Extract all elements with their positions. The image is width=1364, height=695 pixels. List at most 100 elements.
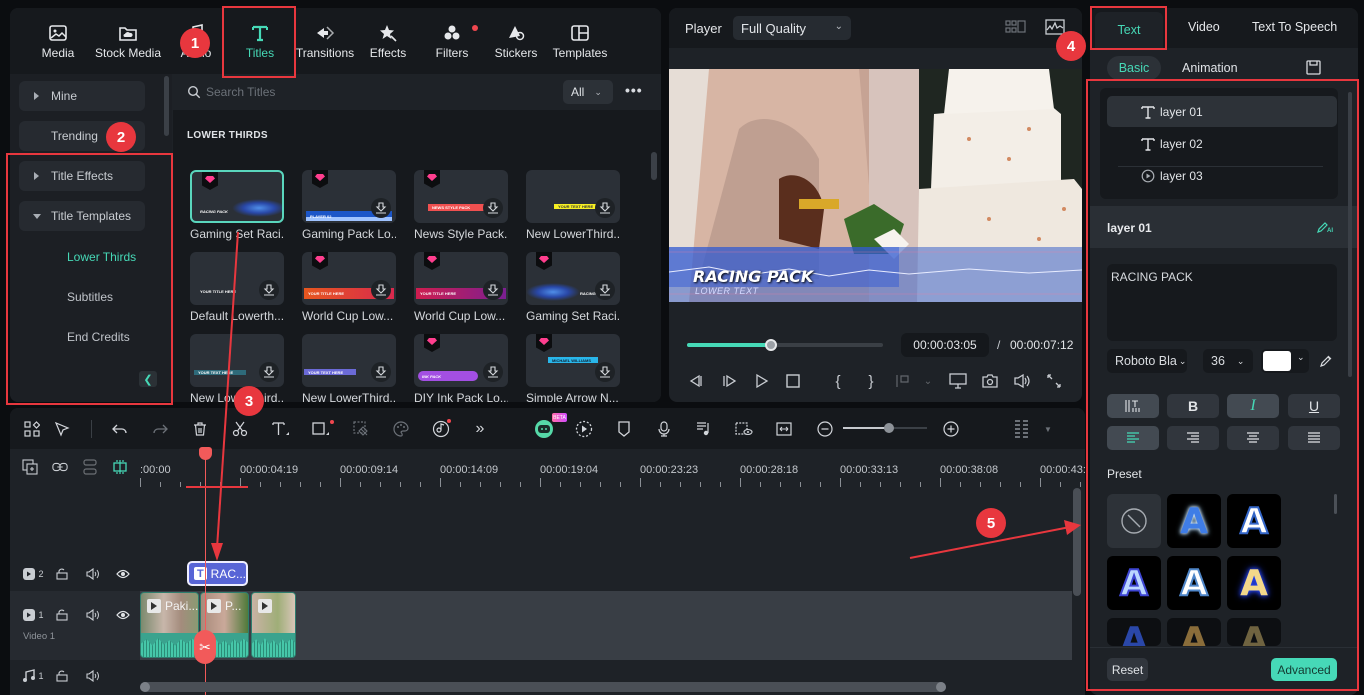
save-preset-icon[interactable] bbox=[1306, 60, 1321, 75]
ai-edit-icon[interactable]: AI bbox=[1316, 220, 1334, 234]
mark-in-button[interactable]: { bbox=[829, 372, 847, 390]
time-ruler[interactable]: :00:00 00:00:04:19 00:00:09:14 00:00:14:09 0… bbox=[140, 449, 1085, 491]
bold-button[interactable]: B bbox=[1167, 394, 1219, 418]
timeline-horizontal-scrollbar[interactable] bbox=[140, 682, 946, 692]
scroll-handle-left[interactable] bbox=[140, 682, 150, 692]
subtab-animation[interactable]: Animation bbox=[1182, 56, 1238, 80]
title-clip[interactable]: T RAC... bbox=[187, 561, 248, 586]
title-card[interactable]: RACING PACK Gaming Set Raci... bbox=[190, 170, 284, 241]
tab-text-to-speech[interactable]: Text To Speech bbox=[1252, 20, 1337, 34]
title-card[interactable]: PLAYER 02 Gaming Pack Lo... bbox=[302, 170, 396, 241]
sidebar-item-mine[interactable]: Mine bbox=[19, 81, 145, 111]
unlink-button[interactable] bbox=[82, 459, 98, 475]
font-family-dropdown[interactable]: Roboto Bla ⌄ bbox=[1107, 349, 1187, 373]
title-card[interactable]: MICHAEL WILLIAMS Simple Arrow N... bbox=[526, 334, 620, 402]
advanced-button[interactable]: Advanced bbox=[1271, 658, 1337, 681]
download-icon[interactable] bbox=[595, 198, 615, 218]
download-icon[interactable] bbox=[259, 362, 279, 382]
search-input[interactable] bbox=[206, 84, 506, 100]
download-icon[interactable] bbox=[371, 362, 391, 382]
preview-render-button[interactable] bbox=[734, 419, 754, 439]
grid-view-icon[interactable] bbox=[1005, 20, 1027, 36]
split-button[interactable] bbox=[230, 419, 250, 439]
align-left-button[interactable] bbox=[1107, 426, 1159, 450]
layer-item[interactable]: layer 02 bbox=[1107, 128, 1337, 159]
hide-track-button[interactable] bbox=[115, 566, 131, 582]
download-icon[interactable] bbox=[595, 280, 615, 300]
mask-button[interactable] bbox=[351, 419, 371, 439]
align-right-button[interactable] bbox=[1167, 426, 1219, 450]
tab-effects[interactable]: Effects bbox=[366, 8, 410, 74]
next-frame-button[interactable] bbox=[720, 372, 738, 390]
title-card[interactable]: YOUR TITLE HERE Default Lowerth... bbox=[190, 252, 284, 323]
preset-light-blue[interactable]: A bbox=[1107, 556, 1161, 610]
auto-reframe-button[interactable] bbox=[574, 419, 594, 439]
record-voiceover-button[interactable] bbox=[654, 419, 674, 439]
tab-stickers[interactable]: Stickers bbox=[494, 8, 538, 74]
display-settings-button[interactable] bbox=[949, 372, 967, 390]
align-justify-button[interactable] bbox=[1288, 426, 1340, 450]
sidebar-subitem-lower-thirds[interactable]: Lower Thirds bbox=[67, 250, 136, 264]
playhead-handle[interactable] bbox=[199, 447, 212, 460]
split-at-playhead-button[interactable]: ✂ bbox=[194, 630, 216, 664]
hide-track-button[interactable] bbox=[115, 607, 131, 623]
previous-frame-button[interactable] bbox=[687, 372, 705, 390]
current-time[interactable]: 00:00:03:05 bbox=[901, 333, 989, 357]
text-color-picker[interactable]: ⌄ bbox=[1261, 349, 1309, 373]
reset-button[interactable]: Reset bbox=[1107, 658, 1148, 681]
tab-filters[interactable]: Filters bbox=[434, 8, 470, 74]
tab-media[interactable]: Media bbox=[36, 8, 80, 74]
scroll-handle-right[interactable] bbox=[936, 682, 946, 692]
more-options-icon[interactable]: ••• bbox=[625, 82, 643, 98]
stop-button[interactable] bbox=[784, 372, 802, 390]
title-card[interactable]: NEWS STYLE PACK News Style Pack... bbox=[414, 170, 508, 241]
collapse-sidebar-button[interactable]: ❮ bbox=[139, 371, 157, 387]
quality-dropdown[interactable]: Full Quality ⌄ bbox=[733, 16, 851, 40]
title-card[interactable]: RACING PACK Gaming Set Raci... bbox=[526, 252, 620, 323]
preset-none[interactable] bbox=[1107, 494, 1161, 548]
playback-progress-slider[interactable] bbox=[687, 339, 883, 351]
tab-video[interactable]: Video bbox=[1188, 20, 1220, 34]
insert-button[interactable] bbox=[894, 372, 912, 390]
redo-button[interactable] bbox=[150, 419, 170, 439]
video-clip[interactable]: Paki... bbox=[140, 592, 199, 658]
eyedropper-icon[interactable] bbox=[1319, 354, 1333, 368]
title-card[interactable]: YOUR TITLE HERE World Cup Low... bbox=[302, 252, 396, 323]
download-icon[interactable] bbox=[595, 362, 615, 382]
preset-scrollbar[interactable] bbox=[1334, 494, 1337, 514]
download-icon[interactable] bbox=[483, 198, 503, 218]
text-spacing-button[interactable] bbox=[1107, 394, 1159, 418]
download-icon[interactable] bbox=[371, 280, 391, 300]
select-tool-button[interactable] bbox=[52, 419, 72, 439]
sidebar-subitem-subtitles[interactable]: Subtitles bbox=[67, 290, 113, 304]
title-card[interactable]: YOUR TEXT HERE New LowerThird... bbox=[526, 170, 620, 241]
download-icon[interactable] bbox=[483, 362, 503, 382]
sidebar-item-title-effects[interactable]: Title Effects bbox=[19, 161, 145, 191]
tab-titles[interactable]: Titles bbox=[236, 8, 284, 74]
sidebar-item-title-templates[interactable]: Title Templates bbox=[19, 201, 145, 231]
mark-out-button[interactable]: } bbox=[862, 372, 880, 390]
mute-track-button[interactable] bbox=[85, 566, 101, 582]
audio-mixer-button[interactable] bbox=[694, 419, 714, 439]
lock-track-button[interactable] bbox=[54, 566, 70, 582]
timeline-zoom-slider[interactable] bbox=[843, 423, 927, 433]
mute-track-button[interactable] bbox=[85, 607, 101, 623]
title-card[interactable]: INK PACK DIY Ink Pack Lo... bbox=[414, 334, 508, 402]
title-card[interactable]: YOUR TITLE HERE World Cup Low... bbox=[414, 252, 508, 323]
title-card[interactable]: YOUR TEXT HERE New LowerThird... bbox=[302, 334, 396, 402]
tab-stock-media[interactable]: Stock Media bbox=[94, 8, 162, 74]
progress-handle[interactable] bbox=[765, 339, 778, 351]
download-icon[interactable] bbox=[259, 280, 279, 300]
video-preview[interactable]: RACING PACK LOWER TEXT bbox=[669, 69, 1082, 302]
link-button[interactable] bbox=[52, 459, 68, 475]
zoom-in-button[interactable] bbox=[941, 419, 961, 439]
undo-button[interactable] bbox=[110, 419, 130, 439]
add-track-button[interactable] bbox=[22, 459, 38, 475]
subtab-basic[interactable]: Basic bbox=[1107, 56, 1161, 80]
snapshot-button[interactable] bbox=[981, 372, 999, 390]
preset-bronze[interactable]: A bbox=[1167, 618, 1221, 646]
zoom-handle[interactable] bbox=[884, 423, 895, 433]
preset-glow-blue[interactable]: A bbox=[1167, 494, 1221, 548]
lock-track-button[interactable] bbox=[54, 668, 70, 684]
snap-button[interactable] bbox=[112, 459, 128, 475]
